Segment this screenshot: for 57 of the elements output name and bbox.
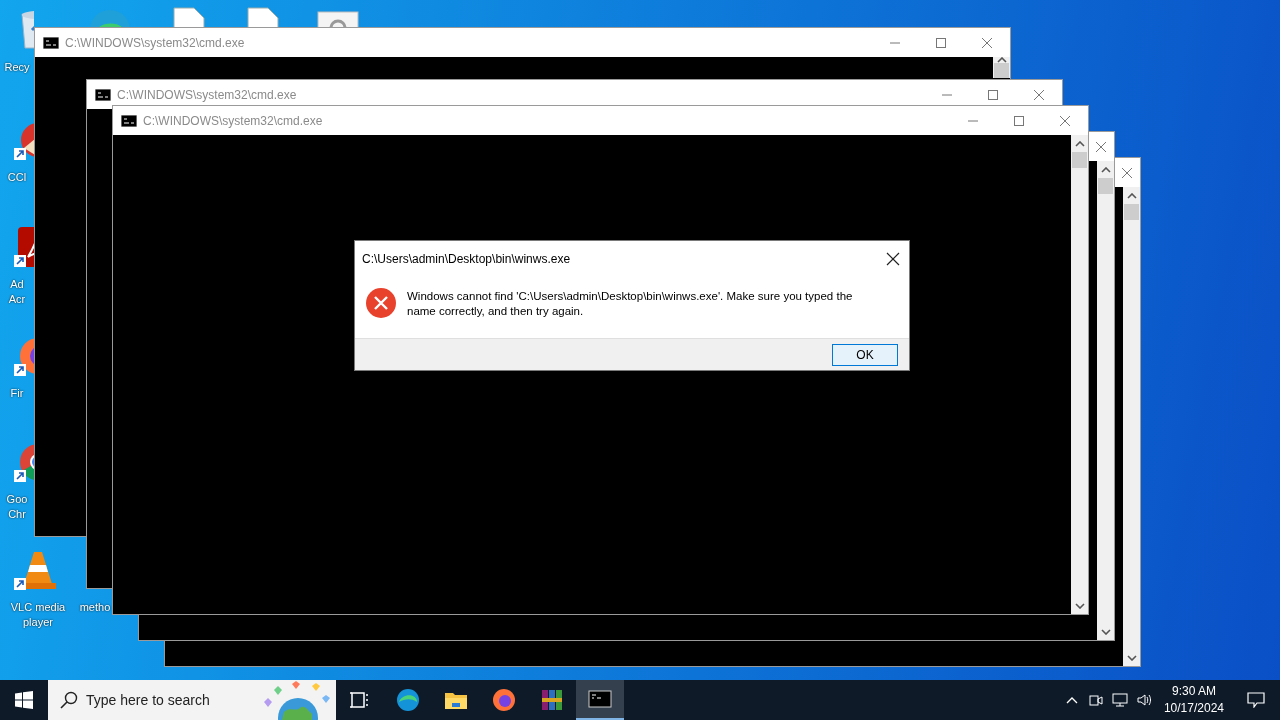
scroll-thumb[interactable] [1098, 178, 1113, 194]
icon-label: VLC media player [10, 600, 66, 630]
close-icon [981, 36, 993, 49]
scroll-down-icon[interactable] [1100, 628, 1111, 635]
scroll-thumb[interactable] [994, 63, 1009, 78]
icon-label: Fir [10, 386, 24, 401]
scroll-up-icon[interactable] [1074, 140, 1085, 147]
minimize-icon [889, 41, 901, 44]
scrollbar[interactable] [1123, 187, 1140, 666]
minimize-icon [941, 93, 953, 96]
notification-icon[interactable] [1247, 692, 1265, 708]
window-title: C:\WINDOWS\system32\cmd.exe [117, 87, 297, 102]
icon-label: Ad Acr [8, 277, 26, 307]
scrollbar[interactable] [1071, 135, 1088, 614]
speaker-icon[interactable] [1135, 692, 1152, 708]
maximize-icon [987, 88, 999, 101]
close-icon [1033, 88, 1045, 101]
firefox-icon [492, 688, 516, 712]
icon-label: metho [79, 600, 111, 615]
search-icon [60, 691, 78, 709]
taskbar-app[interactable] [576, 680, 624, 720]
console-icon [43, 36, 59, 49]
acrobat-icon[interactable] [14, 225, 34, 269]
console-icon [95, 88, 111, 101]
close-icon[interactable] [886, 252, 900, 266]
icon-label: CCl [7, 170, 27, 185]
maximize-icon [1013, 114, 1025, 127]
scroll-up-icon[interactable] [1100, 166, 1111, 173]
window-title: C:\WINDOWS\system32\cmd.exe [143, 113, 323, 128]
console-icon [588, 687, 612, 711]
window-title: C:\WINDOWS\system32\cmd.exe [65, 35, 245, 50]
error-message: Windows cannot find 'C:\Users\admin\Desktop\bin\winws.exe'. Make sure you typed the name correctly, and then try again. [407, 289, 854, 319]
maximize-icon [935, 36, 947, 49]
close-icon [1095, 140, 1107, 153]
scroll-up-icon[interactable] [1126, 192, 1137, 199]
ok-button[interactable]: OK [832, 343, 898, 366]
scroll-down-icon[interactable] [1074, 602, 1085, 609]
scrollbar[interactable] [993, 57, 1010, 78]
dialog-title: C:\Users\admin\Desktop\bin\winws.exe [362, 252, 571, 266]
error-icon [365, 287, 397, 319]
icon-label: Goo Chr [6, 492, 28, 522]
scroll-down-icon[interactable] [1126, 654, 1137, 661]
close-icon [1121, 166, 1133, 179]
scroll-thumb[interactable] [1124, 204, 1139, 220]
books-icon [540, 688, 564, 712]
console-icon [121, 114, 137, 127]
camera-icon[interactable] [1087, 692, 1104, 708]
scroll-up-icon[interactable] [996, 57, 1007, 63]
scrollbar[interactable] [1097, 161, 1114, 640]
clock[interactable]: 9:30 AM 10/17/2024 [1155, 683, 1232, 717]
close-icon [1059, 114, 1071, 127]
icon-label: Recy [4, 60, 30, 75]
windows-logo-icon [15, 691, 33, 709]
edge-icon [396, 688, 420, 712]
monitor-icon[interactable] [1111, 692, 1128, 708]
scroll-thumb[interactable] [1072, 152, 1087, 168]
minimize-icon [967, 119, 979, 122]
